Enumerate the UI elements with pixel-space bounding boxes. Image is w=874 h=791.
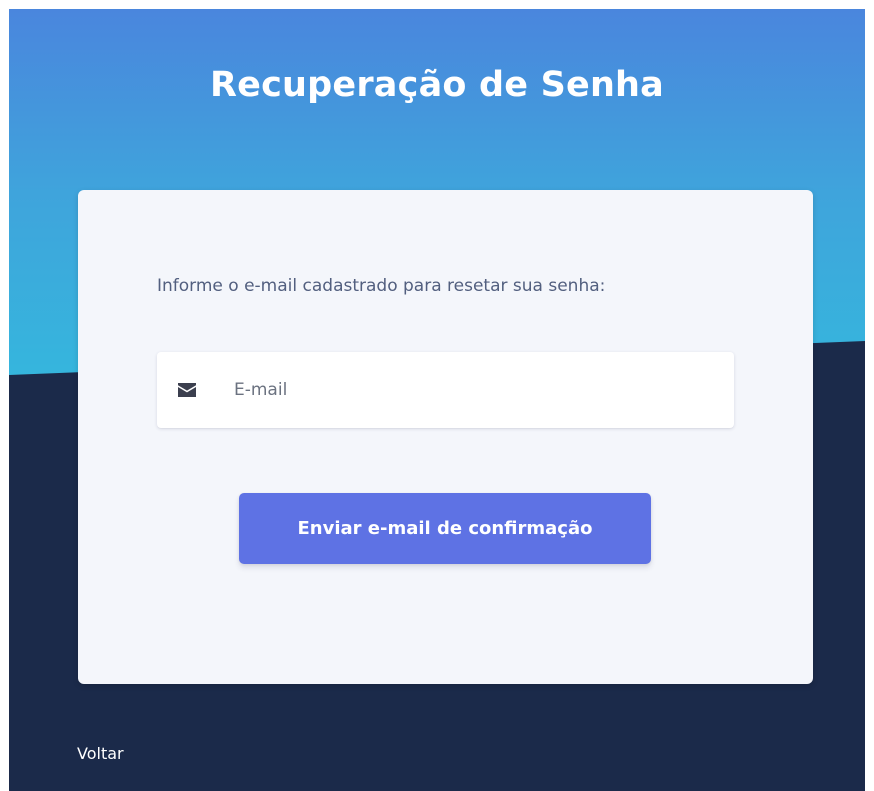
app-container: Recuperação de Senha Informe o e-mail ca…: [9, 9, 865, 791]
password-recovery-card: Informe o e-mail cadastrado para resetar…: [78, 190, 813, 684]
back-link[interactable]: Voltar: [77, 744, 124, 763]
page-title: Recuperação de Senha: [210, 65, 664, 105]
email-input-group[interactable]: [157, 352, 734, 428]
envelope-icon: [176, 382, 198, 398]
email-field[interactable]: [234, 370, 714, 410]
page-frame: Recuperação de Senha Informe o e-mail ca…: [0, 0, 874, 791]
send-confirmation-button[interactable]: Enviar e-mail de confirmação: [239, 493, 651, 564]
instruction-text: Informe o e-mail cadastrado para resetar…: [157, 276, 606, 296]
